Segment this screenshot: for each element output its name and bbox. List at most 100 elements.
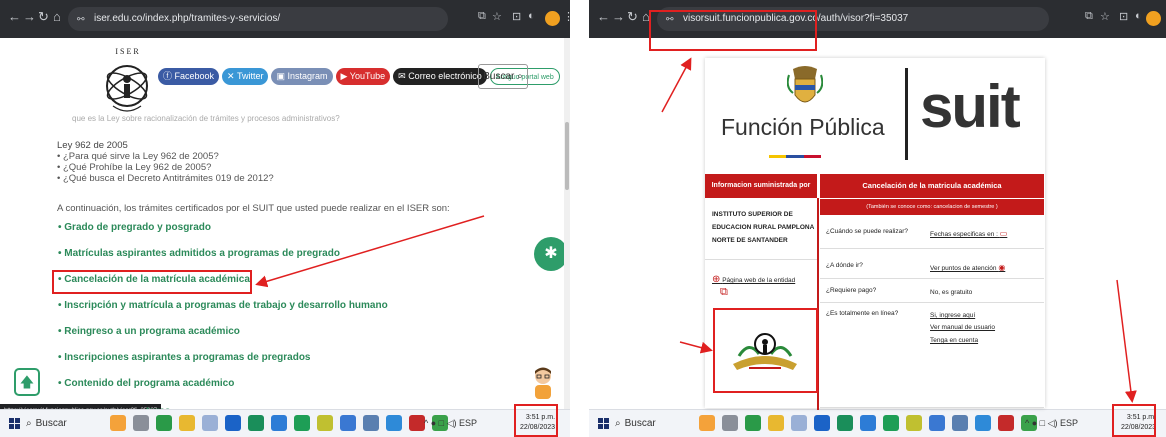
iser-logo-icon[interactable]: I S E R (100, 44, 154, 120)
law-item[interactable]: ¿Para qué sirve la Ley 962 de 2005? (57, 151, 537, 162)
institution-name: INSTITUTO SUPERIOR DE EDUCACION RURAL PA… (712, 211, 815, 244)
dates-link[interactable]: Fechas especificas en : ▭ (930, 228, 1007, 241)
outlook-icon[interactable] (271, 415, 287, 431)
extensions-icon[interactable]: ⊡ (512, 10, 521, 23)
chrome-icon[interactable] (745, 415, 761, 431)
outlook-icon[interactable] (860, 415, 876, 431)
bookmark-star-icon[interactable]: ☆ (1100, 10, 1110, 23)
chrome-icon[interactable] (156, 415, 172, 431)
annotation-box-url (649, 10, 817, 51)
home-icon[interactable]: ⌂ (53, 9, 61, 24)
task-view-icon[interactable] (722, 415, 738, 431)
online-link[interactable]: Si, ingrese aquí (930, 310, 975, 322)
excel-icon[interactable] (837, 415, 853, 431)
translate-icon[interactable]: ⧉ (478, 10, 486, 23)
app-icon[interactable] (929, 415, 945, 431)
suit-logo: suit (920, 73, 1021, 140)
back-icon[interactable]: ← (597, 9, 610, 24)
calendar-icon: ▭ (999, 229, 1008, 238)
youtube-link[interactable]: ▶ YouTube (335, 68, 391, 85)
colombia-flag-bar (769, 155, 821, 158)
scrollbar-thumb[interactable] (565, 122, 569, 190)
scroll-top-button[interactable]: 🡅 (14, 368, 40, 396)
keep-in-mind-link[interactable]: Tenga en cuenta (930, 335, 978, 347)
tramite-title: Cancelación de la matricula académica (820, 174, 1044, 198)
site-info-icon[interactable]: ⚯ (77, 7, 85, 31)
app-icon[interactable] (386, 415, 402, 431)
account-avatar-icon[interactable] (545, 11, 560, 26)
system-tray[interactable]: ^ ● □ ◁) ESP (424, 418, 477, 429)
app-icon[interactable] (294, 415, 310, 431)
windows-start-icon[interactable] (598, 418, 609, 429)
law-item[interactable]: ¿Qué busca el Decreto Antitrámites 019 d… (57, 173, 537, 184)
forward-icon[interactable]: → (23, 9, 36, 24)
pdf-icon[interactable] (409, 415, 425, 431)
pdf-icon[interactable] (998, 415, 1014, 431)
colombia-coat-of-arms-icon (787, 66, 823, 103)
profile-icon[interactable]: ◐ (1135, 10, 1142, 22)
task-view-icon[interactable] (133, 415, 149, 431)
back-icon[interactable]: ← (8, 9, 21, 24)
user-manual-link[interactable]: Ver manual de usuario (930, 322, 995, 334)
word-icon[interactable] (814, 415, 830, 431)
search-button[interactable]: Buscar ⌕ (478, 64, 528, 89)
tramite-link[interactable]: Reingreso a un programa académico (58, 326, 388, 352)
widget-icon[interactable] (110, 415, 126, 431)
address-text: iser.edu.co/index.php/tramites-y-servici… (94, 13, 281, 24)
profile-icon[interactable]: ◐ (528, 10, 535, 22)
tramite-subtitle: (También se conoce como: cancelacion de … (820, 199, 1044, 215)
tramite-link[interactable]: Grado de pregrado y posgrado (58, 222, 388, 248)
email-link[interactable]: ✉ Correo electrónico (393, 68, 487, 85)
tramite-link[interactable]: Inscripción y matrícula a programas de t… (58, 300, 387, 326)
app-icon[interactable] (906, 415, 922, 431)
question-label: ¿Cuándo se puede realizar? (826, 228, 909, 235)
app-icon[interactable] (975, 415, 991, 431)
taskbar-search[interactable]: ⌕ Buscar (615, 415, 673, 433)
forward-icon[interactable]: → (612, 9, 625, 24)
accessibility-button[interactable]: ✱ (534, 237, 568, 271)
account-avatar-icon[interactable] (1146, 11, 1161, 26)
windows-start-icon[interactable] (9, 418, 20, 429)
accessibility-icon: ✱ (544, 245, 558, 262)
app-icon[interactable] (363, 415, 379, 431)
translate-icon[interactable]: ⧉ (1085, 10, 1093, 23)
law-section: Ley 962 de 2005 ¿Para qué sirve la Ley 9… (57, 140, 537, 184)
law-item[interactable]: ¿Qué Prohíbe la Ley 962 de 2005? (57, 162, 537, 173)
attention-points-link[interactable]: Ver puntos de atención ◉ (930, 262, 1005, 275)
file-explorer-icon[interactable] (768, 415, 784, 431)
twitter-link[interactable]: ✕ Twitter (222, 68, 269, 85)
menu-kebab-icon[interactable]: ⋮ (563, 10, 570, 23)
map-pin-icon: ◉ (998, 263, 1006, 272)
tramite-link[interactable]: Inscripciones aspirantes a programas de … (58, 352, 388, 378)
left-screenshot: ← → ↻ ⌂ ⚯ iser.edu.co/index.php/tramites… (0, 0, 570, 437)
tramites-intro: A continuación, los trámites certificado… (57, 203, 450, 214)
extensions-icon[interactable]: ⊡ (1119, 10, 1128, 23)
instagram-link[interactable]: ▣ Instagram (271, 68, 333, 85)
scrollbar[interactable] (564, 38, 570, 409)
app-icon[interactable] (340, 415, 356, 431)
widget-icon[interactable] (699, 415, 715, 431)
taskbar-apps (110, 415, 448, 433)
system-tray[interactable]: ^ ● □ ◁) ESP (1025, 418, 1078, 429)
app-icon[interactable] (791, 415, 807, 431)
external-link-icon[interactable]: ⧉ (720, 286, 728, 299)
app-icon[interactable] (883, 415, 899, 431)
provider-header: Informacion suministrada por (705, 174, 817, 198)
assistant-avatar-icon[interactable] (531, 366, 555, 400)
reload-icon[interactable]: ↻ (627, 9, 638, 25)
address-bar[interactable]: ⚯ iser.edu.co/index.php/tramites-y-servi… (68, 7, 448, 31)
reload-icon[interactable]: ↻ (38, 9, 49, 25)
taskbar-search[interactable]: ⌕ Buscar (26, 415, 84, 433)
app-icon[interactable] (952, 415, 968, 431)
globe-icon: ⊕ (712, 274, 721, 285)
file-explorer-icon[interactable] (179, 415, 195, 431)
app-icon[interactable] (202, 415, 218, 431)
bookmark-star-icon[interactable]: ☆ (492, 10, 502, 23)
windows-taskbar: ⌕ Buscar ^ ● □ ◁) ESP 3:51 p.m. 22/08/202… (0, 409, 570, 437)
excel-icon[interactable] (248, 415, 264, 431)
search-icon: ⌕ (615, 418, 621, 429)
word-icon[interactable] (225, 415, 241, 431)
app-icon[interactable] (317, 415, 333, 431)
facebook-link[interactable]: ⓕ Facebook (158, 68, 220, 85)
tramite-link[interactable]: Contenido del programa académico (58, 378, 388, 404)
